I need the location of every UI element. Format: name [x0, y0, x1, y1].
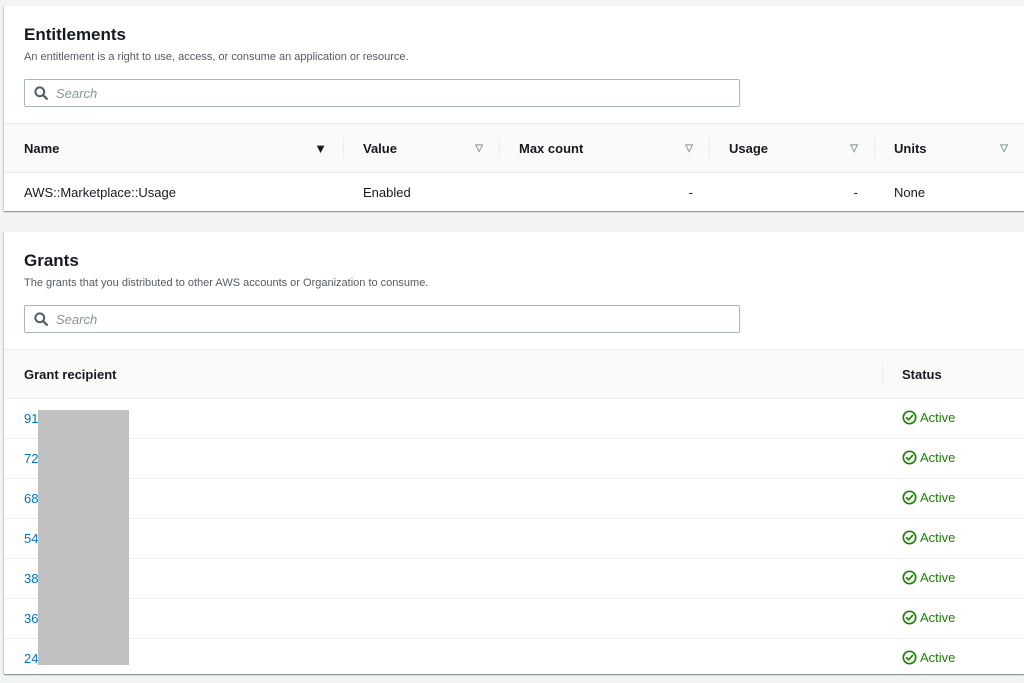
- entitlement-name: AWS::Marketplace::Usage: [24, 185, 176, 200]
- column-header-status[interactable]: Status: [882, 350, 1024, 399]
- grant-recipient-link[interactable]: 54: [24, 531, 38, 546]
- status-check-circle-icon: [902, 529, 917, 545]
- column-header-value[interactable]: Value ▽: [343, 124, 499, 173]
- search-icon: [34, 86, 48, 100]
- status-check-circle-icon: [902, 569, 917, 585]
- search-icon: [34, 312, 48, 326]
- grant-status-cell: Active: [882, 398, 1024, 439]
- status-text: Active: [920, 449, 956, 465]
- redaction-block: [38, 410, 129, 665]
- column-header-units[interactable]: Units ▽: [874, 124, 1024, 173]
- status-text: Active: [920, 529, 956, 545]
- grant-recipient-link[interactable]: 72: [24, 451, 38, 466]
- entitlements-title: Entitlements: [24, 25, 127, 44]
- entitlements-description: An entitlement is a right to use, access…: [24, 51, 409, 63]
- status-badge: Active: [902, 570, 955, 585]
- entitlements-search-box[interactable]: [24, 79, 740, 107]
- status-badge: Active: [902, 530, 955, 545]
- grant-status-cell: Active: [882, 438, 1024, 479]
- grants-table-header: Grant recipient Status: [4, 349, 1024, 399]
- grant-recipient-cell: 24: [4, 639, 882, 679]
- grant-status-cell: Active: [882, 518, 1024, 559]
- entitlements-table: Name ▼ Value ▽ Max count ▽ Usage ▽ Units ▽ AW…: [4, 123, 1024, 212]
- grant-recipient-link[interactable]: 91: [24, 411, 38, 426]
- grant-status-cell: Active: [882, 598, 1024, 639]
- table-row: 91 Active: [4, 398, 1024, 439]
- grant-recipient-cell: 36: [4, 598, 882, 639]
- entitlements-panel: Entitlements An entitlement is a right t…: [4, 6, 1024, 211]
- status-check-circle-icon: [902, 609, 917, 625]
- table-row: 72 Active: [4, 438, 1024, 479]
- column-header-name[interactable]: Name ▼: [4, 124, 343, 173]
- status-check-circle-icon: [902, 449, 917, 465]
- status-badge: Active: [902, 610, 955, 625]
- entitlements-table-header: Name ▼ Value ▽ Max count ▽ Usage ▽ Units ▽: [4, 123, 1024, 173]
- grants-header: Grants The grants that you distributed t…: [4, 232, 1024, 349]
- grant-status-cell: Active: [882, 639, 1024, 679]
- sort-caret-icon[interactable]: ▽: [685, 143, 693, 154]
- status-badge: Active: [902, 490, 955, 505]
- entitlement-units: None: [894, 185, 926, 200]
- entitlement-usage: -: [853, 185, 858, 200]
- status-check-circle-icon: [902, 409, 917, 425]
- grants-table: Grant recipient Status 91 Active 72 Acti…: [4, 349, 1024, 678]
- status-check-circle-icon: [902, 649, 917, 665]
- column-header-max-count[interactable]: Max count ▽: [499, 124, 709, 173]
- grant-recipient-cell: 38: [4, 558, 882, 599]
- entitlement-value: Enabled: [363, 185, 411, 200]
- table-row: 24 Active: [4, 639, 1024, 679]
- grant-status-cell: Active: [882, 478, 1024, 519]
- status-text: Active: [920, 409, 956, 425]
- grants-description: The grants that you distributed to other…: [24, 277, 429, 289]
- entitlement-max-count: -: [688, 185, 693, 200]
- status-text: Active: [920, 609, 956, 625]
- status-check-circle-icon: [902, 489, 917, 505]
- column-header-grant-recipient[interactable]: Grant recipient: [4, 350, 882, 399]
- grants-panel: Grants The grants that you distributed t…: [4, 232, 1024, 674]
- grants-search-input[interactable]: [56, 311, 696, 327]
- status-badge: Active: [902, 650, 955, 665]
- table-row: 54 Active: [4, 518, 1024, 559]
- entitlements-search-input[interactable]: [56, 85, 696, 101]
- status-badge: Active: [902, 410, 955, 425]
- grant-recipient-cell: 54: [4, 518, 882, 559]
- grant-recipient-link[interactable]: 36: [24, 611, 38, 626]
- sort-caret-icon[interactable]: ▽: [850, 143, 858, 154]
- grants-title: Grants: [24, 251, 79, 270]
- grant-recipient-cell: 91: [4, 398, 882, 439]
- status-text: Active: [920, 489, 956, 505]
- status-text: Active: [920, 569, 956, 585]
- grant-status-cell: Active: [882, 558, 1024, 599]
- status-text: Active: [920, 649, 956, 665]
- sort-descending-icon[interactable]: ▼: [314, 141, 327, 156]
- sort-caret-icon[interactable]: ▽: [1000, 143, 1008, 154]
- grant-recipient-link[interactable]: 68: [24, 491, 38, 506]
- column-header-usage[interactable]: Usage ▽: [709, 124, 874, 173]
- grant-recipient-cell: 72: [4, 438, 882, 479]
- table-row: AWS::Marketplace::Usage Enabled - - None: [4, 173, 1024, 213]
- grant-recipient-link[interactable]: 24: [24, 651, 38, 666]
- grant-recipient-link[interactable]: 38: [24, 571, 38, 586]
- sort-caret-icon[interactable]: ▽: [475, 143, 483, 154]
- status-badge: Active: [902, 450, 955, 465]
- grant-recipient-cell: 68: [4, 478, 882, 519]
- grants-search-box[interactable]: [24, 305, 740, 333]
- table-row: 36 Active: [4, 598, 1024, 639]
- table-row: 68 Active: [4, 478, 1024, 519]
- table-row: 38 Active: [4, 558, 1024, 599]
- entitlements-header: Entitlements An entitlement is a right t…: [4, 6, 1024, 123]
